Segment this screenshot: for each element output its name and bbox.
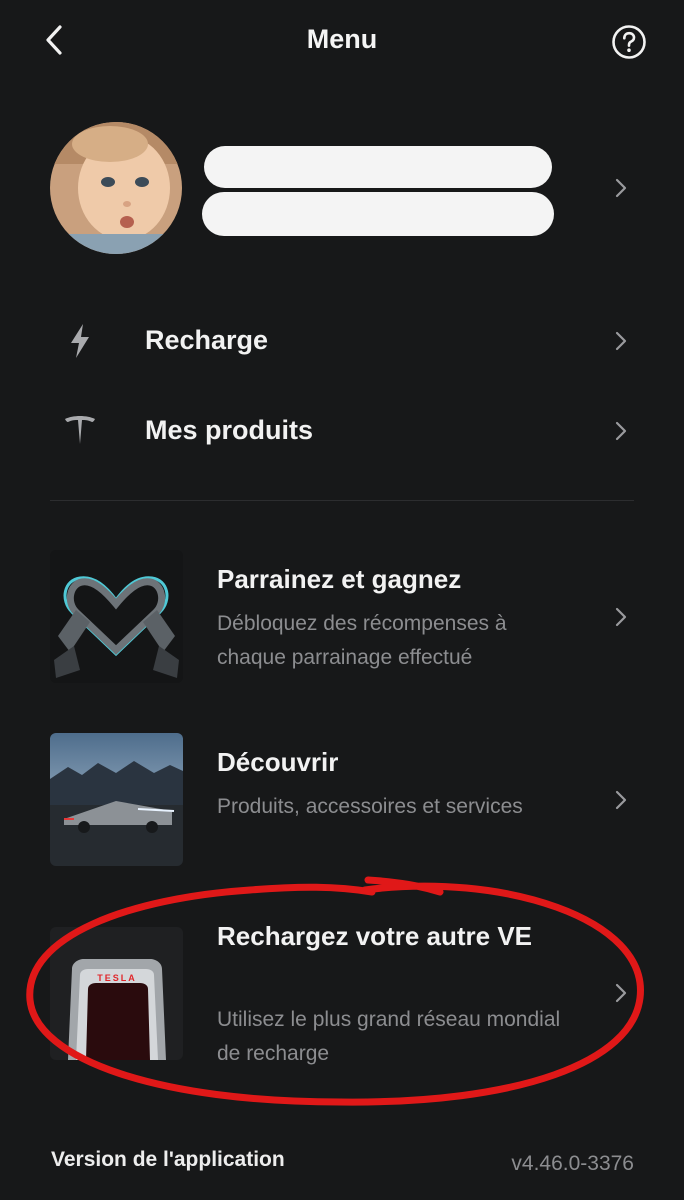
chevron-right-icon [615,421,627,441]
card-description: Produits, accessoires et services [217,795,523,818]
app-version-label: Version de l'application [51,1148,285,1171]
chevron-right-icon [615,178,627,198]
card-description: Débloquez des récompenses à chaque parra… [217,612,507,669]
redacted-name [204,146,552,188]
chevron-right-icon [615,983,627,1003]
nav-item-label: Mes produits [145,415,314,445]
top-bar: Menu [0,0,684,84]
card-description: Utilisez le plus grand réseau mondial de… [217,1008,561,1065]
card-recharge-autre-ve[interactable]: TESLA Rechargez votre autre VE Utilisez … [0,917,684,1077]
page-title: Menu [306,24,378,54]
card-title: Parrainez et gagnez [217,564,462,594]
nav-item-recharge[interactable]: Recharge [0,305,684,377]
bolt-icon [60,321,100,361]
chevron-right-icon [615,607,627,627]
help-icon [612,25,646,59]
card-title: Découvrir [217,747,339,777]
nav-item-mes-produits[interactable]: Mes produits [0,395,684,467]
section-divider [50,500,634,501]
nav-item-label: Recharge [145,325,269,355]
redacted-email [202,192,554,236]
help-button[interactable] [611,24,647,60]
avatar [50,122,182,254]
card-parrainage[interactable]: Parrainez et gagnez Débloquez des récomp… [0,550,684,684]
cybertruck-image [50,733,183,866]
tesla-logo-icon [60,411,100,451]
chevron-right-icon [615,790,627,810]
chevron-right-icon [615,331,627,351]
supercharger-image: TESLA [50,927,183,1060]
card-title: Rechargez votre autre VE [217,921,533,951]
card-decouvrir[interactable]: Découvrir Produits, accessoires et servi… [0,733,684,867]
svg-text:TESLA: TESLA [97,973,137,983]
app-version-number: v4.46.0-3376 [511,1152,634,1175]
heart-hands-image [50,550,183,683]
profile-row[interactable] [0,112,684,262]
